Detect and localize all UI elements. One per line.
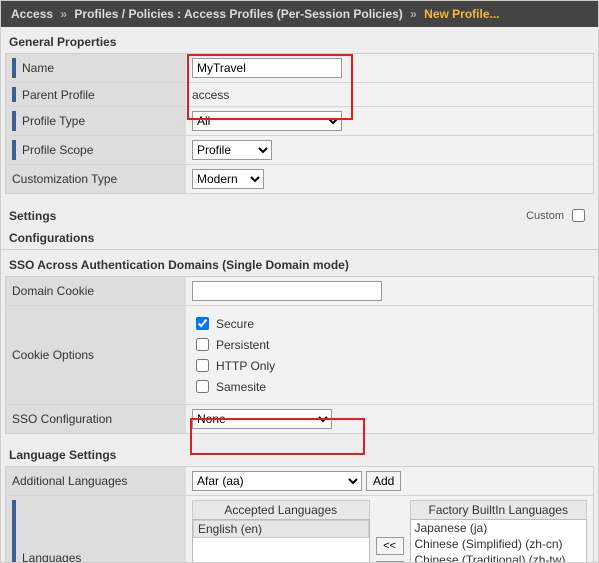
breadcrumb-middle[interactable]: Profiles / Policies : Access Profiles (P… [74,7,402,21]
factory-languages-list[interactable]: Japanese (ja)Chinese (Simplified) (zh-cn… [410,519,588,563]
list-item[interactable]: Chinese (Simplified) (zh-cn) [411,536,587,552]
persistent-label: Persistent [216,338,269,352]
custom-label: Custom [526,210,564,222]
language-settings-title: Language Settings [1,440,598,466]
general-properties-title: General Properties [1,27,598,53]
settings-row: Settings Custom [1,200,598,227]
parent-profile-value: access [192,88,229,102]
secure-label: Secure [216,317,254,331]
sso-config-select[interactable]: None [192,409,332,429]
list-item[interactable]: English (en) [193,520,369,538]
languages-label: Languages [22,551,81,563]
name-label: Name [22,61,54,75]
accepted-languages-header: Accepted Languages [192,500,370,519]
persistent-checkbox[interactable] [196,338,209,351]
additional-languages-select[interactable]: Afar (aa) [192,471,362,491]
sso-config-label: SSO Configuration [12,412,112,426]
parent-profile-label: Parent Profile [22,88,95,102]
additional-languages-label: Additional Languages [12,474,127,488]
language-settings-block: Additional Languages Afar (aa) Add Langu… [5,466,594,563]
profile-type-label: Profile Type [22,114,85,128]
factory-languages-header: Factory BuiltIn Languages [410,500,588,519]
profile-scope-label: Profile Scope [22,143,93,157]
samesite-checkbox[interactable] [196,380,209,393]
custom-checkbox[interactable] [572,209,585,222]
breadcrumb: Access » Profiles / Policies : Access Pr… [1,1,598,27]
name-input[interactable] [192,58,342,78]
breadcrumb-sep2: » [410,7,417,21]
breadcrumb-root[interactable]: Access [11,7,53,21]
accepted-languages-list[interactable]: English (en) [192,519,370,563]
breadcrumb-sep: » [60,7,67,21]
profile-scope-select[interactable]: Profile [192,140,272,160]
customization-type-select[interactable]: Modern [192,169,264,189]
settings-title: Settings [9,209,56,223]
domain-cookie-label: Domain Cookie [12,284,94,298]
secure-checkbox[interactable] [196,317,209,330]
move-left-button[interactable]: << [376,537,404,555]
http-only-label: HTTP Only [216,359,275,373]
breadcrumb-current: New Profile... [424,7,499,21]
http-only-checkbox[interactable] [196,359,209,372]
list-item[interactable]: Chinese (Traditional) (zh-tw) [411,552,587,563]
profile-type-select[interactable]: All [192,111,342,131]
general-properties-block: Name Parent Profile access Profile Type … [5,53,594,194]
domain-cookie-input[interactable] [192,281,382,301]
sso-block: Domain Cookie Cookie Options Secure Pers… [5,276,594,434]
add-language-button[interactable]: Add [366,471,401,491]
cookie-options-label: Cookie Options [12,348,94,362]
configurations-title: Configurations [1,227,598,249]
customization-type-label: Customization Type [12,172,117,186]
samesite-label: Samesite [216,380,266,394]
list-item[interactable]: Japanese (ja) [411,520,587,536]
sso-title: SSO Across Authentication Domains (Singl… [1,249,598,276]
